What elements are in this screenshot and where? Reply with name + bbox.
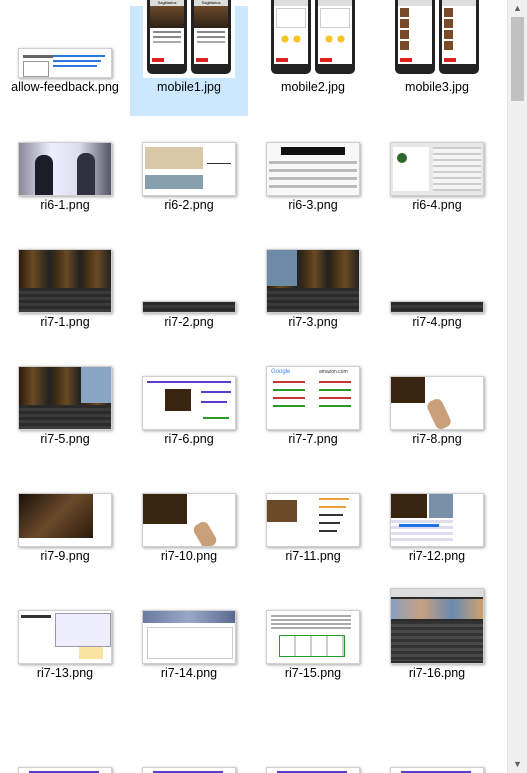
file-item[interactable]: ri6-4.png xyxy=(378,124,496,234)
file-thumbnail xyxy=(18,366,112,430)
file-name: ri6-4.png xyxy=(412,198,462,212)
file-item[interactable]: Google amazon.com ri7-7.png xyxy=(254,358,372,468)
file-name: mobile3.jpg xyxy=(405,80,469,94)
file-thumbnail xyxy=(142,493,236,547)
file-name: ri7-9.png xyxy=(40,549,90,563)
file-thumbnail xyxy=(390,376,484,430)
file-item[interactable]: ri7-3.png xyxy=(254,241,372,351)
file-name: ri7-15.png xyxy=(284,666,342,680)
file-thumbnail xyxy=(18,48,112,78)
file-item[interactable]: ri7-12.png xyxy=(378,475,496,585)
scroll-down-arrow-icon[interactable]: ▼ xyxy=(508,756,527,773)
file-thumbnail: Google amazon.com xyxy=(266,366,360,430)
file-item[interactable]: ri7-14.png xyxy=(130,592,248,702)
file-item[interactable]: allow-feedback.png xyxy=(6,6,124,116)
file-name: ri7-4.png xyxy=(412,315,462,329)
file-thumbnail xyxy=(390,142,484,196)
file-thumbnail xyxy=(390,493,484,547)
file-thumbnail xyxy=(390,588,484,664)
file-thumbnail xyxy=(18,610,112,664)
file-thumbnail xyxy=(18,767,112,773)
file-item[interactable]: ri7-11.png xyxy=(254,475,372,585)
file-name: mobile2.jpg xyxy=(281,80,345,94)
file-name: ri7-1.png xyxy=(40,315,90,329)
file-name: ri7-12.png xyxy=(408,549,466,563)
file-name: ri7-13.png xyxy=(36,666,94,680)
file-thumbnail xyxy=(266,142,360,196)
file-item[interactable]: ri6-3.png xyxy=(254,124,372,234)
file-name: mobile1.jpg xyxy=(157,80,221,94)
file-thumbnail xyxy=(266,767,360,773)
file-grid: allow-feedback.png Sagittarius Sagittarius… xyxy=(0,0,508,773)
file-name: ri6-2.png xyxy=(164,198,214,212)
file-item[interactable]: ri7-2.png xyxy=(130,241,248,351)
file-item[interactable]: ri6-2.png xyxy=(130,124,248,234)
file-item[interactable]: Sagittarius Sagittarius mobile1.jpg xyxy=(130,0,248,116)
file-item[interactable]: ri7-15.png xyxy=(254,592,372,702)
file-name: allow-feedback.png xyxy=(11,80,119,94)
file-item[interactable]: ri7-13.png xyxy=(6,592,124,702)
file-thumbnail xyxy=(142,142,236,196)
file-item[interactable]: ri7-8.png xyxy=(378,358,496,468)
file-thumbnail xyxy=(391,0,483,78)
file-name: ri7-7.png xyxy=(288,432,338,446)
file-item[interactable]: ri7-5.png xyxy=(6,358,124,468)
file-item[interactable]: ri7-4.png xyxy=(378,241,496,351)
file-thumbnail xyxy=(267,0,359,78)
file-name: ri7-8.png xyxy=(412,432,462,446)
file-item[interactable] xyxy=(254,709,372,773)
file-item[interactable]: ri7-16.png xyxy=(378,588,496,702)
file-item[interactable]: ri7-10.png xyxy=(130,475,248,585)
file-name: ri7-11.png xyxy=(285,549,341,563)
file-thumbnail xyxy=(390,767,484,773)
file-name: ri7-14.png xyxy=(160,666,218,680)
file-item[interactable]: mobile2.jpg xyxy=(254,0,372,116)
file-name: ri7-2.png xyxy=(164,315,214,329)
file-item[interactable]: ri7-6.png xyxy=(130,358,248,468)
file-thumbnail xyxy=(142,610,236,664)
file-item[interactable] xyxy=(378,709,496,773)
file-item[interactable] xyxy=(6,709,124,773)
file-name: ri7-16.png xyxy=(408,666,466,680)
scroll-up-arrow-icon[interactable]: ▲ xyxy=(508,0,527,17)
file-thumbnail xyxy=(390,301,484,313)
file-thumbnail xyxy=(142,767,236,773)
file-item[interactable]: mobile3.jpg xyxy=(378,0,496,116)
file-thumbnail xyxy=(266,249,360,313)
file-name: ri6-1.png xyxy=(40,198,90,212)
file-name: ri7-6.png xyxy=(164,432,214,446)
file-thumbnail xyxy=(142,376,236,430)
file-name: ri7-5.png xyxy=(40,432,90,446)
file-item[interactable] xyxy=(130,709,248,773)
file-thumbnail: Sagittarius Sagittarius xyxy=(143,0,235,78)
file-item[interactable]: ri7-9.png xyxy=(6,475,124,585)
file-thumbnail xyxy=(18,142,112,196)
file-item[interactable]: ri7-1.png xyxy=(6,241,124,351)
scroll-thumb[interactable] xyxy=(511,17,524,101)
file-thumbnail xyxy=(266,493,360,547)
file-thumbnail xyxy=(266,610,360,664)
file-thumbnail xyxy=(142,301,236,313)
file-name: ri7-10.png xyxy=(160,549,218,563)
file-item[interactable]: ri6-1.png xyxy=(6,124,124,234)
file-thumbnail xyxy=(18,493,112,547)
file-name: ri7-3.png xyxy=(288,315,338,329)
file-name: ri6-3.png xyxy=(288,198,338,212)
vertical-scrollbar[interactable]: ▲ ▼ xyxy=(507,0,527,773)
file-thumbnail xyxy=(18,249,112,313)
